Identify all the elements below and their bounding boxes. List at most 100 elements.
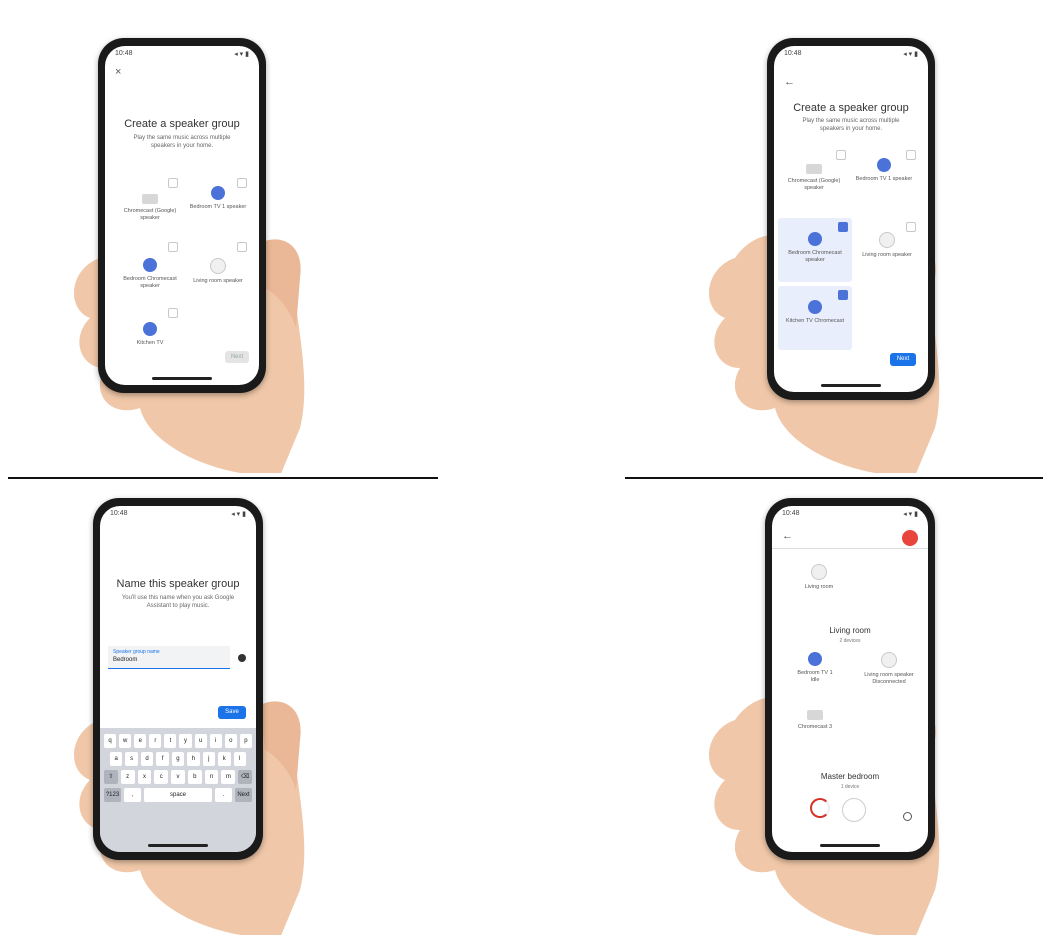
speaker-icon: [811, 564, 827, 580]
keyboard-key[interactable]: z: [120, 770, 135, 784]
volume-dial[interactable]: [810, 798, 830, 818]
status-time: 10:48: [784, 50, 802, 57]
checkbox[interactable]: [237, 178, 247, 188]
speaker-icon: [808, 232, 822, 246]
device-option-bedroom-chromecast[interactable]: Bedroom Chromecast speaker: [115, 258, 185, 290]
device-tile-living-room[interactable]: Living room: [784, 564, 854, 591]
checkbox[interactable]: [168, 242, 178, 252]
power-icon[interactable]: [842, 798, 866, 822]
room-subtitle: 2 devices: [839, 638, 861, 644]
keyboard-key[interactable]: c: [154, 770, 169, 784]
checkbox-checked[interactable]: [838, 222, 848, 232]
keyboard-key[interactable]: ⇧: [104, 770, 118, 784]
keyboard-key[interactable]: o: [224, 734, 237, 748]
keyboard-key[interactable]: j: [202, 752, 216, 766]
keyboard-key[interactable]: s: [125, 752, 138, 766]
account-avatar[interactable]: [902, 530, 918, 546]
page-subtitle: You'll use this name when you ask Google…: [121, 595, 235, 609]
keyboard-key[interactable]: t: [164, 734, 177, 748]
phone-screen: 10:48 ◂ ▾ ▮ ← Living room Living room 2 …: [772, 506, 928, 852]
keyboard-key[interactable]: p: [239, 734, 252, 748]
keyboard-key[interactable]: x: [137, 770, 152, 784]
keyboard-key[interactable]: b: [187, 770, 202, 784]
room-title: Living room: [829, 626, 871, 635]
checkbox[interactable]: [168, 308, 178, 318]
checkbox[interactable]: [906, 222, 916, 232]
keyboard-key[interactable]: l: [233, 752, 246, 766]
device-label: Bedroom Chromecast speaker: [788, 250, 842, 263]
checkbox[interactable]: [836, 150, 846, 160]
keyboard-row-4: ?123, space. Next: [104, 788, 252, 802]
keyboard-key[interactable]: h: [187, 752, 200, 766]
page-title: Create a speaker group: [124, 118, 240, 130]
status-time: 10:48: [115, 50, 133, 57]
speaker-icon: [879, 232, 895, 248]
device-label: Bedroom TV 1 speaker: [855, 176, 913, 182]
device-option-bedroom-chromecast[interactable]: Bedroom Chromecast speaker: [780, 232, 850, 264]
keyboard-key[interactable]: m: [221, 770, 236, 784]
settings-icon[interactable]: [903, 812, 912, 821]
status-bar: 10:48 ◂ ▾ ▮: [115, 50, 249, 60]
home-indicator: [148, 844, 208, 847]
home-indicator: [821, 384, 881, 387]
keyboard-key[interactable]: r: [149, 734, 162, 748]
speaker-icon: [211, 186, 225, 200]
back-arrow-icon[interactable]: ←: [784, 76, 795, 88]
checkbox[interactable]: [906, 150, 916, 160]
room-subtitle: 1 device: [840, 784, 860, 790]
device-tile-living-room-speaker[interactable]: Living room speaker Disconnected: [854, 652, 924, 686]
checkbox-checked[interactable]: [838, 290, 848, 300]
device-option-chromecast-speaker[interactable]: Chromecast (Google) speaker: [115, 194, 185, 222]
save-button[interactable]: Save: [218, 706, 246, 719]
keyboard-key[interactable]: ?123: [104, 788, 121, 802]
device-tile-chromecast[interactable]: Chromecast 3: [780, 710, 850, 731]
device-tile-bedroom-tv[interactable]: Bedroom TV 1 Idle: [780, 652, 850, 684]
keyboard-key[interactable]: e: [134, 734, 147, 748]
next-button[interactable]: Next: [890, 353, 916, 366]
device-label: Chromecast (Google) speaker: [787, 178, 841, 191]
speaker-icon: [807, 710, 823, 720]
status-bar: 10:48 ◂ ▾ ▮: [784, 50, 918, 60]
page-title: Create a speaker group: [793, 102, 909, 114]
keyboard-key[interactable]: u: [194, 734, 207, 748]
keyboard-key[interactable]: ⌫: [238, 770, 253, 784]
device-option-chromecast-speaker[interactable]: Chromecast (Google) speaker: [779, 164, 849, 192]
keyboard-key[interactable]: k: [218, 752, 231, 766]
device-option-bedroom-tv[interactable]: Bedroom TV 1 speaker: [183, 186, 253, 211]
device-option-bedroom-tv[interactable]: Bedroom TV 1 speaker: [849, 158, 919, 183]
keyboard-key[interactable]: .: [215, 788, 232, 802]
keyboard-key[interactable]: v: [171, 770, 185, 784]
keyboard-key[interactable]: n: [204, 770, 219, 784]
device-option-living-room[interactable]: Living room speaker: [183, 258, 253, 285]
keyboard-key[interactable]: w: [119, 734, 132, 748]
panel-create-group-unselected: 10:48 ◂ ▾ ▮ × Create a speaker group Pla…: [60, 8, 410, 473]
keyboard-key[interactable]: f: [156, 752, 169, 766]
phone: 10:48 ◂ ▾ ▮ Name this speaker group You'…: [93, 498, 263, 860]
keyboard-key[interactable]: q: [104, 734, 117, 748]
keyboard-key[interactable]: space: [144, 788, 212, 802]
phone: 10:48 ◂ ▾ ▮ × Create a speaker group Pla…: [98, 38, 266, 393]
speaker-icon: [143, 258, 157, 272]
keyboard-key[interactable]: g: [171, 752, 185, 766]
keyboard-key[interactable]: Next: [235, 788, 252, 802]
device-status: Idle: [810, 677, 820, 683]
group-name-field[interactable]: Speaker group name Bedroom: [108, 646, 230, 669]
clear-icon[interactable]: [238, 654, 246, 662]
keyboard-row-3: ⇧ z x c v b n m ⌫: [104, 770, 253, 784]
keyboard-key[interactable]: i: [209, 734, 222, 748]
speaker-icon: [877, 158, 891, 172]
checkbox[interactable]: [168, 178, 178, 188]
back-arrow-icon[interactable]: ←: [782, 530, 793, 542]
keyboard-key[interactable]: ,: [124, 788, 141, 802]
device-label: Kitchen TV: [136, 340, 164, 346]
keyboard-key[interactable]: a: [110, 752, 123, 766]
keyboard-key[interactable]: y: [179, 734, 192, 748]
keyboard-key[interactable]: d: [140, 752, 154, 766]
device-option-kitchen-tv[interactable]: Kitchen TV Chromecast: [780, 300, 850, 325]
device-option-living-room[interactable]: Living room speaker: [852, 232, 922, 259]
checkbox[interactable]: [237, 242, 247, 252]
next-button[interactable]: Next: [225, 351, 249, 363]
device-option-kitchen-tv[interactable]: Kitchen TV: [115, 322, 185, 347]
phone-screen: 10:48 ◂ ▾ ▮ ← Create a speaker group Pla…: [774, 46, 928, 392]
close-icon[interactable]: ×: [115, 66, 121, 78]
